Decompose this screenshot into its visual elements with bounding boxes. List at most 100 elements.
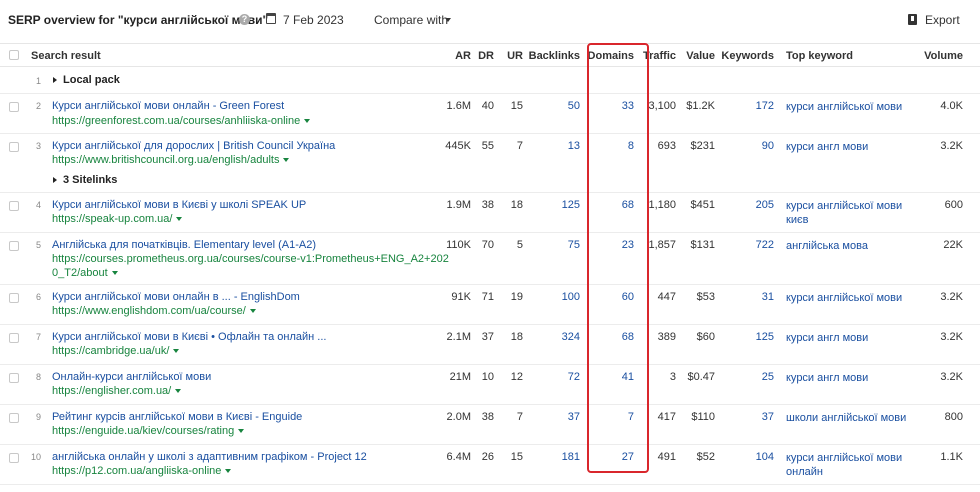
domains-link[interactable]: 41 <box>622 371 634 383</box>
top-keyword-link[interactable]: англійська мова <box>786 239 911 253</box>
calendar-icon[interactable] <box>266 13 276 24</box>
row-checkbox[interactable] <box>9 333 19 343</box>
keywords-link[interactable]: 172 <box>756 100 774 112</box>
top-keyword-link[interactable]: курси англійської мови <box>786 291 911 305</box>
top-keyword-link[interactable]: курси англійської мови києв <box>786 199 911 227</box>
col-ur[interactable]: UR <box>507 50 523 62</box>
backlinks-link[interactable]: 72 <box>568 371 580 383</box>
domains-link[interactable]: 23 <box>622 239 634 251</box>
row-checkbox[interactable] <box>9 373 19 383</box>
result-url-text[interactable]: https://courses.prometheus.org.ua/course… <box>52 253 449 265</box>
result-url[interactable]: https://p12.com.ua/angliiska-online <box>52 464 232 478</box>
result-title-link[interactable]: Англійська для початківців. Elementary l… <box>52 239 316 251</box>
col-volume[interactable]: Volume <box>924 50 963 62</box>
col-keywords[interactable]: Keywords <box>721 50 774 62</box>
chevron-down-icon[interactable] <box>445 18 451 22</box>
result-title-link[interactable]: Курси англійської для дорослих | British… <box>52 140 335 152</box>
result-url-text[interactable]: https://www.englishdom.com/ua/course/ <box>52 305 246 317</box>
result-url-text-cont[interactable]: 0_T2/about <box>52 267 108 279</box>
url-dropdown-icon[interactable] <box>176 217 183 222</box>
result-title-link[interactable]: Онлайн-курси англійської мови <box>52 371 211 383</box>
backlinks-link[interactable]: 50 <box>568 100 580 112</box>
export-icon[interactable] <box>908 14 917 25</box>
date-picker[interactable]: 7 Feb 2023 <box>283 13 344 27</box>
result-url[interactable]: https://www.britishcouncil.org.ua/englis… <box>52 153 290 167</box>
domains-link[interactable]: 7 <box>628 411 634 423</box>
backlinks-link[interactable]: 13 <box>568 140 580 152</box>
result-url[interactable]: https://speak-up.com.ua/ <box>52 212 183 226</box>
row-checkbox[interactable] <box>9 102 19 112</box>
domains-link[interactable]: 27 <box>622 451 634 463</box>
result-url-text[interactable]: https://www.britishcouncil.org.ua/englis… <box>52 154 279 166</box>
top-keyword-link[interactable]: курси англ мови <box>786 140 911 154</box>
backlinks-link[interactable]: 181 <box>562 451 580 463</box>
backlinks-link[interactable]: 37 <box>568 411 580 423</box>
col-traffic[interactable]: Traffic <box>643 50 676 62</box>
url-dropdown-icon[interactable] <box>225 469 232 474</box>
help-icon[interactable]: ? <box>239 14 250 25</box>
keywords-link[interactable]: 25 <box>762 371 774 383</box>
row-checkbox[interactable] <box>9 413 19 423</box>
row-checkbox[interactable] <box>9 201 19 211</box>
result-url-text[interactable]: https://p12.com.ua/angliiska-online <box>52 465 221 477</box>
col-domains[interactable]: Domains <box>588 50 634 62</box>
keywords-link[interactable]: 90 <box>762 140 774 152</box>
row-checkbox[interactable] <box>9 453 19 463</box>
row-checkbox[interactable] <box>9 241 19 251</box>
result-url-text[interactable]: https://greenforest.com.ua/courses/anhli… <box>52 115 300 127</box>
result-title-link[interactable]: Курси англійської мови в Києві • Офлайн … <box>52 331 326 343</box>
backlinks-link[interactable]: 125 <box>562 199 580 211</box>
result-title-link[interactable]: англійська онлайн у школі з адаптивним г… <box>52 451 367 463</box>
row-checkbox[interactable] <box>9 293 19 303</box>
domains-link[interactable]: 68 <box>622 199 634 211</box>
domains-link[interactable]: 33 <box>622 100 634 112</box>
keywords-link[interactable]: 205 <box>756 199 774 211</box>
url-dropdown-icon[interactable] <box>249 309 256 314</box>
url-dropdown-icon[interactable] <box>111 271 118 276</box>
col-ar[interactable]: AR <box>455 50 471 62</box>
url-dropdown-icon[interactable] <box>175 389 182 394</box>
result-title-link[interactable]: Курси англійської мови онлайн в ... - En… <box>52 291 300 303</box>
top-keyword-link[interactable]: курси англійської мови онлайн <box>786 451 911 479</box>
result-url-text[interactable]: https://enguide.ua/kiev/courses/rating <box>52 425 234 437</box>
expand-triangle-icon[interactable] <box>53 77 57 84</box>
keywords-link[interactable]: 722 <box>756 239 774 251</box>
top-keyword-link[interactable]: курси англійської мови <box>786 100 911 114</box>
result-url[interactable]: https://greenforest.com.ua/courses/anhli… <box>52 114 311 128</box>
domains-link[interactable]: 68 <box>622 331 634 343</box>
result-url[interactable]: https://courses.prometheus.org.ua/course… <box>52 252 449 280</box>
sitelinks-toggle[interactable]: 3 Sitelinks <box>53 174 117 186</box>
result-url-text[interactable]: https://cambridge.ua/uk/ <box>52 345 169 357</box>
result-url[interactable]: https://www.englishdom.com/ua/course/ <box>52 304 256 318</box>
export-button[interactable]: Export <box>925 13 960 27</box>
result-url[interactable]: https://cambridge.ua/uk/ <box>52 344 180 358</box>
top-keyword-link[interactable]: школи англійської мови <box>786 411 911 425</box>
result-url-text[interactable]: https://speak-up.com.ua/ <box>52 213 172 225</box>
col-search-result[interactable]: Search result <box>31 50 101 62</box>
top-keyword-link[interactable]: курси англ мови <box>786 331 911 345</box>
domains-link[interactable]: 8 <box>628 140 634 152</box>
compare-with-dropdown[interactable]: Compare with <box>374 13 448 27</box>
keywords-link[interactable]: 37 <box>762 411 774 423</box>
col-value[interactable]: Value <box>686 50 715 62</box>
select-all-checkbox[interactable] <box>9 50 19 60</box>
local-pack-toggle[interactable]: Local pack <box>53 74 120 86</box>
top-keyword-link[interactable]: курси англ мови <box>786 371 911 385</box>
backlinks-link[interactable]: 75 <box>568 239 580 251</box>
keywords-link[interactable]: 125 <box>756 331 774 343</box>
domains-link[interactable]: 60 <box>622 291 634 303</box>
col-top-keyword[interactable]: Top keyword <box>786 50 853 62</box>
row-checkbox[interactable] <box>9 142 19 152</box>
expand-triangle-icon[interactable] <box>53 177 57 184</box>
result-title-link[interactable]: Курси англійської мови онлайн - Green Fo… <box>52 100 284 112</box>
url-dropdown-icon[interactable] <box>238 429 245 434</box>
keywords-link[interactable]: 104 <box>756 451 774 463</box>
col-dr[interactable]: DR <box>478 50 494 62</box>
result-title-link[interactable]: Рейтинг курсів англійської мови в Києві … <box>52 411 302 423</box>
backlinks-link[interactable]: 324 <box>562 331 580 343</box>
result-title-link[interactable]: Курси англійської мови в Києві у школі S… <box>52 199 306 211</box>
url-dropdown-icon[interactable] <box>173 349 180 354</box>
result-url-text[interactable]: https://englisher.com.ua/ <box>52 385 171 397</box>
result-url[interactable]: https://englisher.com.ua/ <box>52 384 182 398</box>
keywords-link[interactable]: 31 <box>762 291 774 303</box>
